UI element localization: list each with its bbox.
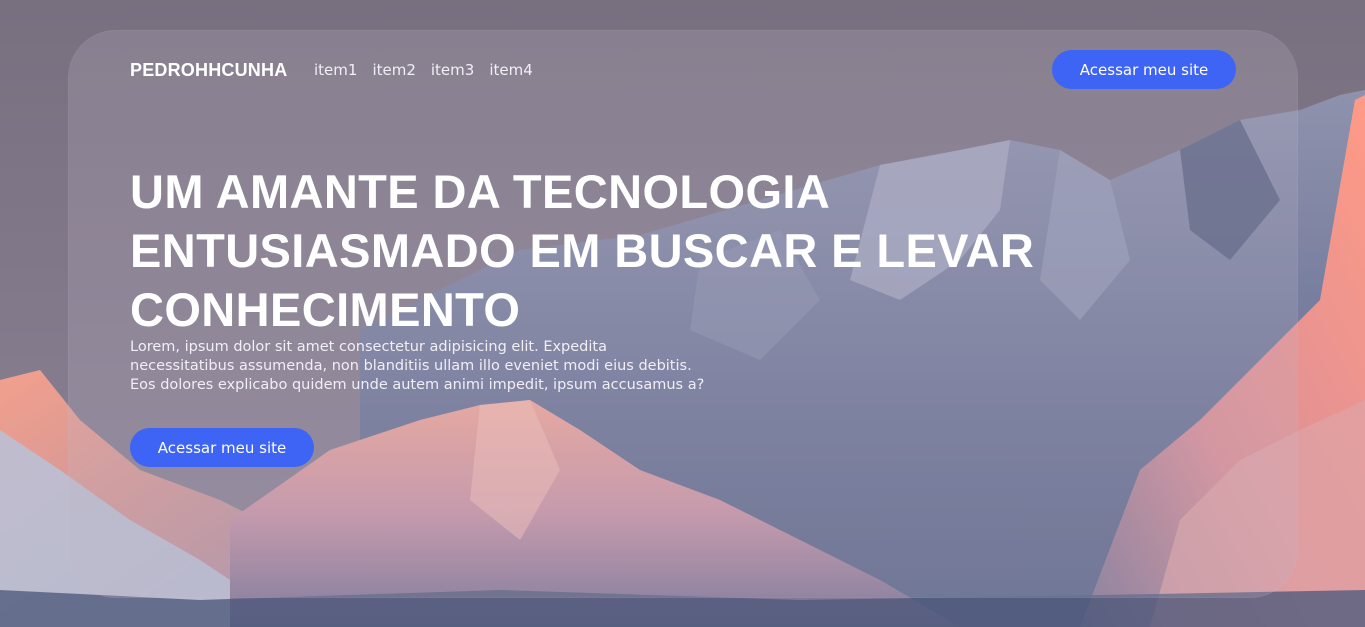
- hero-cta-button[interactable]: Acessar meu site: [130, 428, 314, 467]
- nav-item-3[interactable]: item3: [431, 61, 474, 79]
- hero-title: UM AMANTE DA TECNOLOGIA ENTUSIASMADO EM …: [130, 165, 1035, 336]
- brand-logo[interactable]: PEDROHHCUNHA: [130, 60, 287, 81]
- nav-item-4[interactable]: item4: [489, 61, 532, 79]
- navbar: PEDROHHCUNHA item1 item2 item3 item4 Ace…: [130, 50, 1236, 90]
- nav-item-1[interactable]: item1: [314, 61, 357, 79]
- nav-cta-button[interactable]: Acessar meu site: [1052, 50, 1236, 89]
- nav-item-2[interactable]: item2: [372, 61, 415, 79]
- hero-description: Lorem, ipsum dolor sit amet consectetur …: [130, 339, 705, 393]
- nav-menu: item1 item2 item3 item4: [314, 61, 533, 79]
